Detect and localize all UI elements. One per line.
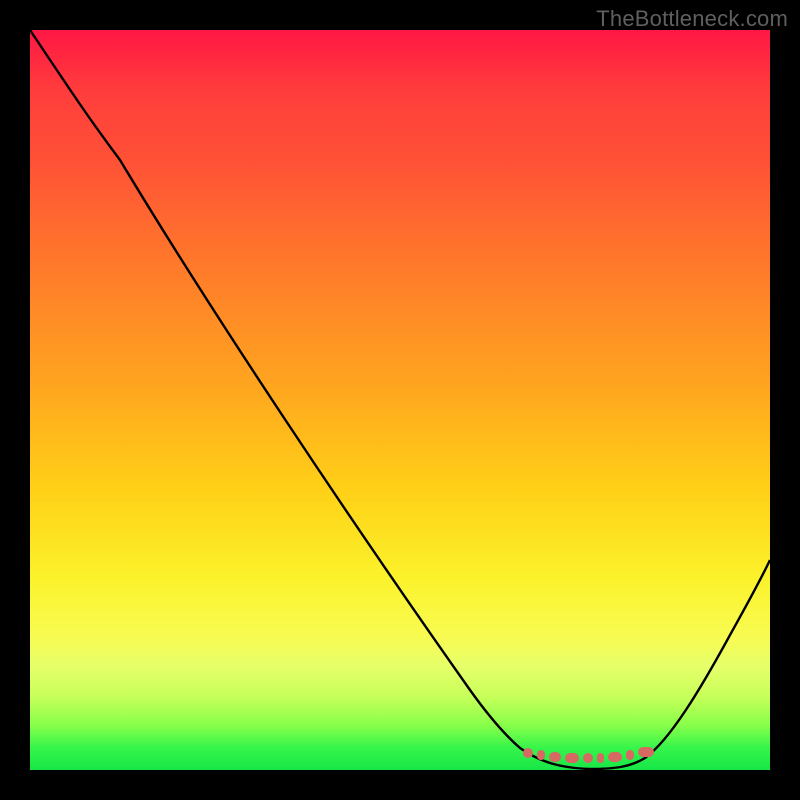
range-dash bbox=[549, 752, 561, 762]
chart-container: TheBottleneck.com bbox=[0, 0, 800, 800]
bottleneck-curve bbox=[30, 30, 770, 769]
optimal-range-marker bbox=[523, 753, 658, 765]
range-dash bbox=[626, 750, 634, 760]
range-dash bbox=[537, 750, 545, 760]
plot-area bbox=[30, 30, 770, 770]
range-dash bbox=[638, 747, 654, 757]
range-dash bbox=[583, 753, 593, 763]
range-dash bbox=[565, 753, 579, 763]
curve-layer bbox=[30, 30, 770, 770]
range-dash bbox=[597, 753, 604, 763]
range-dash bbox=[608, 752, 622, 762]
range-dash bbox=[523, 748, 533, 758]
watermark-text: TheBottleneck.com bbox=[596, 6, 788, 32]
